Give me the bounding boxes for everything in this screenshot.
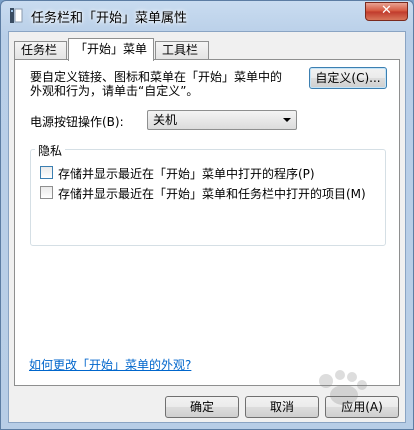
recent-items-checkbox[interactable] [40,186,53,199]
description: 要自定义链接、图标和菜单在「开始」菜单中的 外观和行为，请单击“自定义”。 [30,70,305,98]
apply-button[interactable]: 应用(A) [325,396,399,418]
window-title: 任务栏和「开始」菜单属性 [31,11,188,26]
privacy-group: 隐私 存储并显示最近在「开始」菜单中打开的程序(P) 存储并显示最近在「开始」菜… [30,142,386,246]
tab-start-menu[interactable]: 「开始」菜单 [68,38,154,61]
tab-toolbars[interactable]: 工具栏 [155,41,209,60]
power-button-select[interactable]: 关机 [147,110,297,130]
help-link[interactable]: 如何更改「开始」菜单的外观? [29,356,191,373]
customize-button[interactable]: 自定义(C)... [309,67,387,89]
recent-programs-label[interactable]: 存储并显示最近在「开始」菜单中打开的程序(P) [58,165,315,182]
tab-taskbar[interactable]: 任务栏 [14,41,67,60]
recent-programs-checkbox[interactable] [40,166,53,179]
cancel-button[interactable]: 取消 [245,396,319,418]
description-line: 要自定义链接、图标和菜单在「开始」菜单中的 [30,70,283,84]
recent-items-label[interactable]: 存储并显示最近在「开始」菜单和任务栏中打开的项目(M) [58,185,366,202]
close-icon: ✕ [381,3,392,18]
power-button-label: 电源按钮操作(B): [30,115,124,129]
taskbar-icon [10,8,23,23]
privacy-title: 隐私 [35,142,66,159]
power-button-value: 关机 [153,113,178,127]
chevron-down-icon [283,118,291,122]
start-menu-panel: 要自定义链接、图标和菜单在「开始」菜单中的 外观和行为，请单击“自定义”。 自定… [14,59,400,386]
dialog-client: 任务栏 「开始」菜单 工具栏 要自定义链接、图标和菜单在「开始」菜单中的 外观和… [8,31,406,423]
close-button[interactable]: ✕ [365,2,408,21]
ok-button[interactable]: 确定 [165,396,239,418]
description-line: 外观和行为，请单击“自定义”。 [30,84,199,98]
title-bar[interactable]: 任务栏和「开始」菜单属性 ✕ [1,1,413,31]
properties-window: 任务栏和「开始」菜单属性 ✕ 任务栏 「开始」菜单 工具栏 要自定义链接、图标和… [0,0,414,430]
